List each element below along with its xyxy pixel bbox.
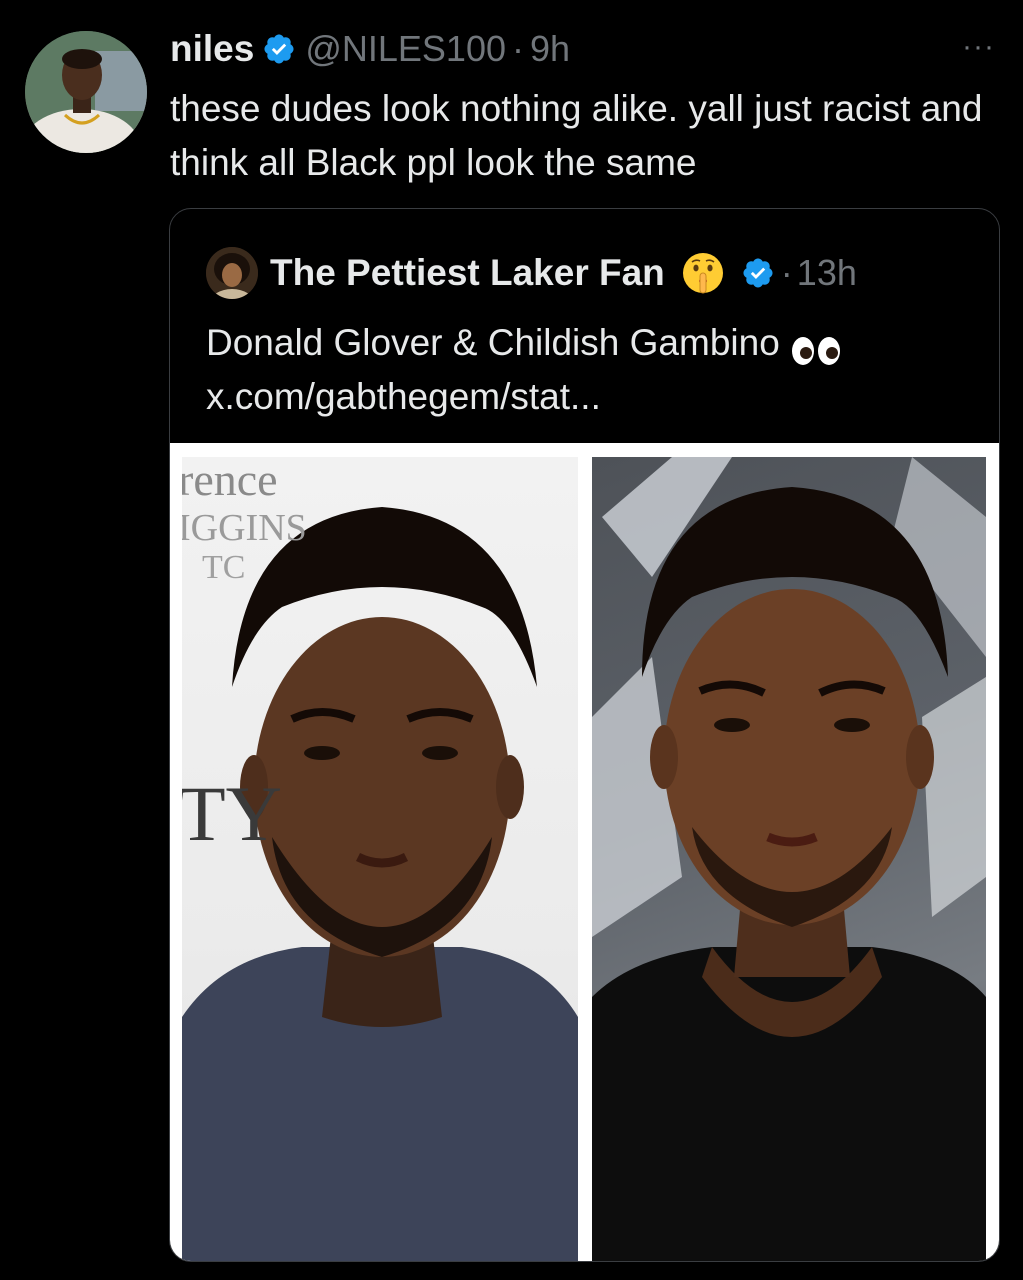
quoted-tweet-timestamp[interactable]: 13h xyxy=(797,252,857,294)
quoted-tweet-media[interactable]: rence IGGINS TC TY xyxy=(170,443,999,1261)
quoted-author-avatar[interactable] xyxy=(206,247,258,299)
author-avatar[interactable] xyxy=(25,31,147,153)
backdrop-text: rence xyxy=(182,457,278,505)
author-name[interactable]: niles xyxy=(170,28,254,70)
quoted-tweet-link[interactable]: x.com/gabthegem/stat... xyxy=(206,370,986,424)
author-handle[interactable]: @NILES100 xyxy=(305,28,506,70)
portrait-right xyxy=(592,457,986,1261)
eyes-icon xyxy=(790,327,842,366)
separator-dot: · xyxy=(780,252,793,293)
tweet-text: these dudes look nothing alike. yall jus… xyxy=(170,88,983,183)
quoted-tweet-body: Donald Glover & Childish Gambino xyxy=(206,322,780,363)
photo-right[interactable] xyxy=(592,457,986,1261)
more-horizontal-icon[interactable]: ··· xyxy=(962,30,995,64)
verified-badge-icon[interactable] xyxy=(741,256,775,290)
tweet-header: niles @NILES100 · 9h xyxy=(170,26,570,72)
tweet-timestamp[interactable]: 9h xyxy=(530,28,570,70)
verified-badge-icon[interactable] xyxy=(262,32,296,66)
photo-left[interactable]: rence IGGINS TC TY xyxy=(182,457,578,1261)
quoted-tweet-header: The Pettiest Laker Fan · 13h xyxy=(270,249,857,297)
shushing-face-icon xyxy=(681,251,725,295)
backdrop-text: TC xyxy=(202,549,246,586)
quoted-tweet-card[interactable]: The Pettiest Laker Fan · 13h Donald Glov… xyxy=(169,208,1000,1262)
backdrop-text: TY xyxy=(182,770,282,857)
backdrop-text: IGGINS xyxy=(182,507,307,549)
quoted-tweet-text: Donald Glover & Childish Gambino x.com/g… xyxy=(206,316,986,424)
quoted-author-name[interactable]: The Pettiest Laker Fan xyxy=(270,252,665,294)
separator-dot: · xyxy=(511,28,524,69)
